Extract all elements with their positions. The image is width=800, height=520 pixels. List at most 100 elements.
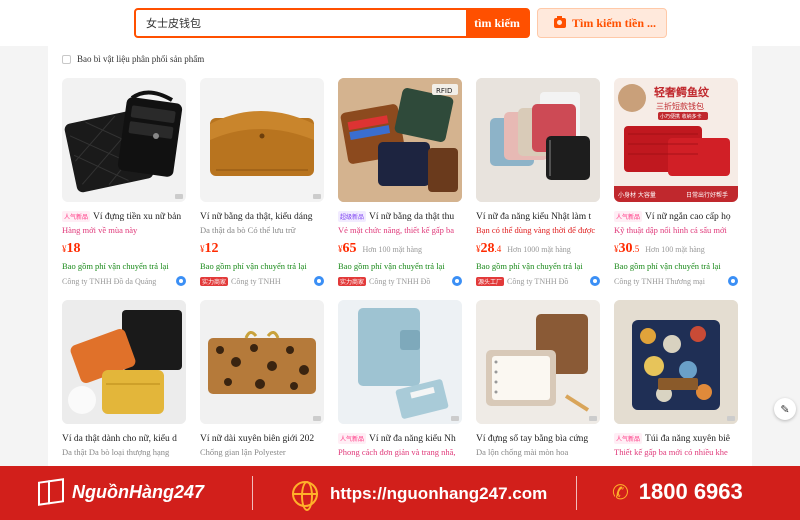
product-title: Ví nữ dài xuyên biên giới 202 [200,433,315,444]
filter-row: Bao bì vật liệu phân phối sản phẩm [62,54,204,64]
product-image[interactable] [476,78,600,202]
product-title-row[interactable]: 人气新品 Ví nữ ngắn cao cấp họ [614,210,742,223]
product-title-row[interactable]: Ví nữ dài xuyên biên giới 202 [200,432,328,445]
promo-foot-right: 日常出行好帮手 [686,191,728,199]
phone-link[interactable]: ✆ 1800 6963 [612,479,743,505]
product-card[interactable]: Ví nữ đa năng kiểu Nhật làm t Bạn có thể… [476,78,604,287]
product-card[interactable]: Ví đựng sổ tay bằng bìa cứng Da lộn chốn… [476,300,604,459]
product-title: Ví nữ đa năng kiểu Nh [369,433,456,444]
product-title-row[interactable]: Ví da thật dành cho nữ, kiểu d [62,432,190,445]
search-input[interactable] [136,10,466,36]
shop-name: Công ty TNHH [231,277,281,286]
product-title-row[interactable]: 人气新品 Ví đựng tiền xu nữ bản [62,210,190,223]
chat-icon[interactable] [728,276,738,286]
banner-divider [576,476,577,510]
price-row: ¥65 Hơn 100 mặt hàng [338,241,466,259]
packaging-checkbox-label: Bao bì vật liệu phân phối sản phẩm [77,54,205,64]
product-card[interactable]: 人气新品 Ví đựng tiền xu nữ bản Hàng mới về … [62,78,190,287]
price-row: ¥28.4 Hơn 1000 mặt hàng [476,241,604,259]
wallet-image-leopard [200,300,324,424]
chat-icon[interactable] [590,276,600,286]
image-count-tag [313,416,321,421]
product-title-row[interactable]: 人气新品 Ví nữ đa năng kiểu Nh [338,432,466,445]
shop-badge: 实力商家 [200,277,229,286]
shop-row[interactable]: Công ty TNHH Đồ da Quảng [62,276,186,287]
shop-row[interactable]: 源头工厂 Công ty TNHH Đồ [476,276,600,287]
product-tagline: Kỹ thuật dập nổi hình cá sấu mới [614,225,727,235]
product-card[interactable]: 人气新品 Túi đa năng xuyên biê Thiết kế gấp … [614,300,742,459]
product-title-row[interactable]: 人气新品 Túi đa năng xuyên biê [614,432,742,445]
price-row: ¥18 [62,241,190,259]
sold-count: Hơn 100 mặt hàng [645,245,705,254]
product-price: ¥65 [338,241,357,256]
price-row: ¥12 [200,241,328,259]
price-row: ¥30.5 Hơn 100 mặt hàng [614,241,742,259]
product-card[interactable]: RFID 超级新品 Ví nữ bằng da thật thu Vẻ mặt … [338,78,466,287]
wallet-image-multicolor: RFID [338,78,462,202]
new-badge: 人气新品 [338,433,367,444]
wallet-image-notebook [476,300,600,424]
box-icon [38,478,64,506]
pencil-icon[interactable]: ✎ [774,398,796,420]
shop-row[interactable]: 实力商家 Công ty TNHH [200,276,324,287]
phone-icon: ✆ [612,480,629,504]
product-title: Ví nữ bằng da thật thu [369,211,455,222]
wallet-image-red-croc: 轻奢鳄鱼纹 三折短款钱包 小巧便携 收纳多卡 小身材 大容量 日常出行好帮手 [614,78,738,202]
product-image[interactable] [62,78,186,202]
product-tagline: Vẻ mặt chức năng, thiết kế gấp ba [338,225,455,235]
product-card[interactable]: Ví da thật dành cho nữ, kiểu d Da thật D… [62,300,190,459]
product-image[interactable] [476,300,600,424]
product-title: Ví da thật dành cho nữ, kiểu d [62,433,177,444]
product-tagline: Da thật da bò Có thể lưu trữ [200,225,296,235]
product-image[interactable] [338,300,462,424]
product-card[interactable]: Ví nữ dài xuyên biên giới 202 Chống gian… [200,300,328,459]
shop-name: Công ty TNHH Thương mại [614,277,705,286]
search-button[interactable]: tìm kiếm [466,10,528,36]
product-title: Ví đựng sổ tay bằng bìa cứng [476,433,589,444]
product-card[interactable]: Ví nữ bằng da thật, kiểu dáng Da thật da… [200,78,328,287]
wallet-image-black [64,90,183,193]
product-title-row[interactable]: Ví đựng sổ tay bằng bìa cứng [476,432,604,445]
shipping-note: Bao gồm phí vận chuyển trả lại [62,261,169,271]
packaging-checkbox[interactable] [62,54,71,64]
product-title-row[interactable]: Ví nữ đa năng kiểu Nhật làm t [476,210,604,223]
image-count-tag [175,194,183,199]
product-title: Ví đựng tiền xu nữ bản [93,211,182,222]
super-new-badge: 超级新品 [338,211,367,222]
product-tagline: Thiết kế gấp ba mới có nhiều khe [614,447,728,457]
product-image[interactable]: 轻奢鳄鱼纹 三折短款钱包 小巧便携 收纳多卡 小身材 大容量 日常出行好帮手 [614,78,738,202]
chat-icon[interactable] [452,276,462,286]
website-link[interactable]: https://nguonhang247.com [292,481,547,511]
shop-name: Công ty TNHH Đồ da Quảng [62,277,157,286]
camera-icon [554,16,566,28]
shipping-note: Bao gồm phí vận chuyển trả lại [338,261,445,271]
product-title-row[interactable]: 超级新品 Ví nữ bằng da thật thu [338,210,466,223]
phone-number: 1800 6963 [638,479,743,504]
image-search-label: Tìm kiếm tiền ... [572,15,656,30]
shop-row[interactable]: 实力商家 Công ty TNHH Đồ [338,276,462,287]
product-tagline: Chống gian lận Polyester [200,447,286,457]
image-count-tag [589,416,597,421]
product-title: Ví nữ đa năng kiểu Nhật làm t [476,211,592,222]
product-price: ¥18 [62,241,81,256]
chat-icon[interactable] [176,276,186,286]
shop-badge: 源头工厂 [476,277,505,286]
image-search-button[interactable]: Tìm kiếm tiền ... [537,8,667,38]
product-image[interactable]: RFID [338,78,462,202]
product-title-row[interactable]: Ví nữ bằng da thật, kiểu dáng [200,210,328,223]
brand-logo[interactable]: NguồnHàng247 [38,478,204,506]
product-image[interactable] [62,300,186,424]
wallet-image-orange-yellow [62,300,186,424]
shop-row[interactable]: Công ty TNHH Thương mại [614,276,738,287]
chat-icon[interactable] [314,276,324,286]
product-image[interactable] [614,300,738,424]
product-image[interactable] [200,78,324,202]
product-tagline: Da thật Da bò loại thượng hạng [62,447,170,457]
product-card[interactable]: 人气新品 Ví nữ đa năng kiểu Nh Phong cách đơ… [338,300,466,459]
promo-banner: NguồnHàng247 https://nguonhang247.com ✆ … [0,466,800,520]
product-title: Ví nữ bằng da thật, kiểu dáng [200,211,313,222]
product-card[interactable]: 轻奢鳄鱼纹 三折短款钱包 小巧便携 收纳多卡 小身材 大容量 日常出行好帮手 人… [614,78,742,287]
new-badge: 人气新品 [62,211,91,222]
product-image[interactable] [200,300,324,424]
globe-icon [292,481,318,511]
